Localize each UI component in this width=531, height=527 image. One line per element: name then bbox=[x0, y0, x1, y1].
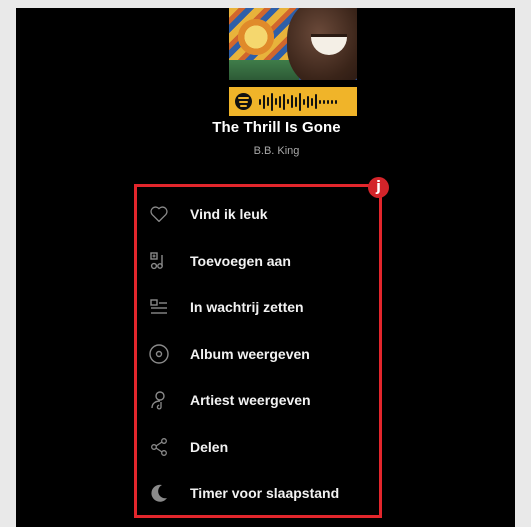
share-icon bbox=[140, 436, 178, 458]
annotation-badge: j bbox=[368, 177, 389, 198]
menu-item-label: Artiest weergeven bbox=[190, 392, 311, 409]
track-title: The Thrill Is Gone bbox=[212, 119, 341, 136]
album-icon bbox=[140, 343, 178, 365]
menu-item-label: In wachtrij zetten bbox=[190, 299, 304, 316]
menu-item-like[interactable]: Vind ik leuk bbox=[134, 191, 374, 238]
menu-item-label: Album weergeven bbox=[190, 345, 310, 362]
menu-item-label: Delen bbox=[190, 438, 229, 455]
album-cover bbox=[229, 8, 357, 80]
menu-item-queue[interactable]: In wachtrij zetten bbox=[134, 284, 374, 331]
queue-icon bbox=[140, 296, 178, 318]
moon-icon bbox=[140, 482, 178, 504]
menu-item-add-to[interactable]: Toevoegen aan bbox=[134, 238, 374, 285]
menu-item-view-artist[interactable]: Artiest weergeven bbox=[134, 377, 374, 424]
spotify-logo-icon bbox=[235, 93, 252, 110]
menu-item-view-album[interactable]: Album weergeven bbox=[134, 331, 374, 378]
menu-item-label: Timer voor slaapstand bbox=[190, 485, 340, 502]
menu-item-share[interactable]: Delen bbox=[134, 424, 374, 471]
spotify-code[interactable] bbox=[229, 87, 357, 116]
menu-item-label: Toevoegen aan bbox=[190, 252, 291, 269]
menu-item-label: Vind ik leuk bbox=[190, 206, 268, 223]
code-bars bbox=[259, 92, 339, 112]
artist-icon bbox=[140, 389, 178, 411]
heart-icon bbox=[140, 203, 178, 225]
menu-item-sleep-timer[interactable]: Timer voor slaapstand bbox=[134, 470, 374, 517]
add-to-playlist-icon bbox=[140, 250, 178, 272]
track-artist[interactable]: B.B. King bbox=[0, 145, 531, 157]
context-menu: Vind ik leuk Toevoegen aan In wachtrij z… bbox=[134, 191, 374, 517]
